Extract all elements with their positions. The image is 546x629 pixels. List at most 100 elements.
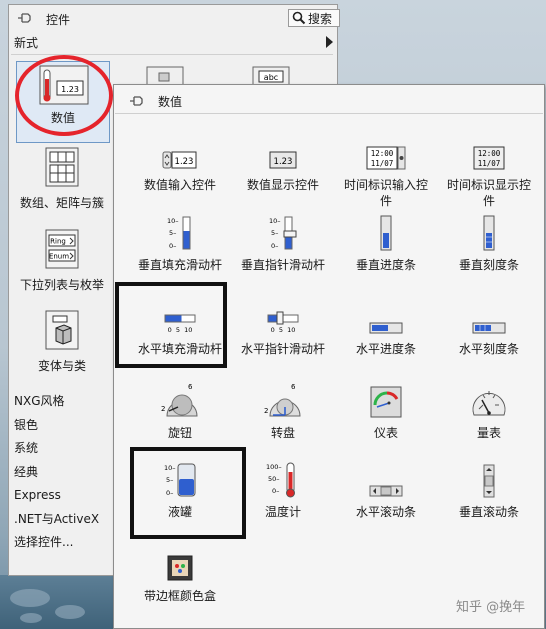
therm-bot-text: 0– (272, 487, 279, 495)
v-scale-bot-text: 0– (169, 242, 176, 250)
vertical-fill-slide-tile[interactable]: 10– 5– 0– 垂直填充滑动杆 (126, 213, 234, 273)
ring-enum-icon: Ring Enum (45, 229, 79, 269)
category-variant-class[interactable]: 变体与类 (15, 310, 109, 376)
therm-mid-text: 50– (268, 475, 280, 483)
highlight-box-tank (130, 447, 246, 539)
horizontal-scrollbar-tile[interactable]: 水平滚动条 (332, 460, 440, 520)
palette-title: 控件 (46, 13, 71, 27)
horizontal-progress-bar-label: 水平进度条 (355, 342, 416, 356)
timestamp-control-time-text: 12:00 (371, 149, 394, 158)
highlight-box-horizontal-fill-slide (115, 282, 227, 368)
pin-icon[interactable] (129, 94, 145, 108)
numeric-indicator-label: 数值显示控件 (246, 178, 319, 192)
search-button[interactable]: 搜索 (288, 9, 340, 27)
horizontal-pointer-slide-icon: 0 5 10 (267, 311, 299, 334)
array-cluster-icon (45, 147, 79, 187)
meter-icon (472, 391, 506, 416)
numeric-subpalette: 数值 1.23 数值输入控件 1.23 数值显示控件 12:00 11/07 时… (113, 84, 545, 629)
framed-color-box-icon (167, 555, 193, 581)
pin-icon[interactable] (17, 11, 33, 25)
vertical-pointer-slide-tile[interactable]: 10– 5– 0– 垂直指针滑动杆 (229, 213, 337, 273)
dial-tile[interactable]: 6 2 转盘 (229, 381, 337, 441)
palette-titlebar: 控件 搜索 (9, 5, 340, 31)
numeric-control-icon-text: 1.23 (175, 157, 194, 167)
dial-label: 转盘 (270, 426, 295, 440)
category-ring-enum[interactable]: Ring Enum 下拉列表与枚举 (15, 229, 109, 295)
vertical-graduated-bar-label: 垂直刻度条 (458, 258, 519, 272)
search-label: 搜索 (308, 11, 333, 26)
vertical-fill-slide-label: 垂直填充滑动杆 (137, 258, 222, 272)
boolean-category-icon (146, 66, 184, 85)
numeric-control-label: 数值输入控件 (143, 178, 216, 192)
meter-tile[interactable]: 量表 (435, 381, 543, 441)
timestamp-control-icon: 12:00 11/07 (366, 146, 406, 170)
subpalette-title: 数值 (158, 95, 183, 109)
category-ring-label: 下拉列表与枚举 (19, 278, 104, 292)
timestamp-control-tile[interactable]: 12:00 11/07 时间标识输入控件 (332, 133, 440, 209)
expand-arrow-icon (326, 36, 333, 48)
framed-color-box-label: 带边框颜色盒 (143, 589, 216, 603)
knob-top-text: 6 (188, 383, 193, 391)
vertical-scrollbar-tile[interactable]: 垂直滚动条 (435, 460, 543, 520)
v-scale-mid-text: 5– (271, 229, 278, 237)
category-array-label: 数组、矩阵与簇 (19, 196, 104, 210)
timestamp-indicator-date-text: 11/07 (478, 159, 501, 168)
numeric-indicator-icon: 1.23 (269, 151, 297, 169)
category-variant-label: 变体与类 (37, 359, 86, 373)
desktop-background (0, 575, 115, 629)
timestamp-indicator-time-text: 12:00 (478, 149, 501, 158)
divider (115, 113, 543, 114)
v-scale-mid-text: 5– (169, 229, 176, 237)
vertical-graduated-bar-tile[interactable]: 垂直刻度条 (435, 213, 543, 273)
timestamp-control-label: 时间标识输入控件 (343, 178, 428, 208)
new-style-row[interactable]: 新式 (9, 32, 337, 52)
knob-icon: 6 2 (161, 383, 198, 417)
v-scale-top-text: 10– (167, 217, 179, 225)
timestamp-indicator-icon: 12:00 11/07 (473, 146, 505, 170)
watermark: 知乎 @挽年 (456, 600, 526, 615)
v-scale-bot-text: 0– (271, 242, 278, 250)
enum-icon-text: Enum (49, 253, 69, 261)
vertical-scrollbar-icon (483, 464, 495, 498)
horizontal-graduated-bar-tile[interactable]: 水平刻度条 (435, 297, 543, 357)
knob-left-text: 2 (161, 405, 165, 413)
v-scale-top-text: 10– (269, 217, 281, 225)
numeric-indicator-icon-text: 1.23 (274, 157, 293, 167)
horizontal-graduated-bar-icon (472, 322, 506, 334)
h-scale-text: 0 5 10 (271, 326, 296, 334)
numeric-indicator-tile[interactable]: 1.23 数值显示控件 (229, 133, 337, 193)
therm-top-text: 100– (266, 463, 282, 471)
knob-label: 旋钮 (167, 426, 192, 440)
timestamp-indicator-tile[interactable]: 12:00 11/07 时间标识显示控件 (435, 133, 543, 209)
subpalette-titlebar: 数值 (114, 85, 544, 113)
framed-color-box-tile[interactable]: 带边框颜色盒 (126, 544, 234, 604)
horizontal-progress-bar-icon (369, 322, 403, 334)
vertical-scrollbar-label: 垂直滚动条 (458, 505, 519, 519)
string-icon-text: abc (264, 73, 278, 82)
horizontal-scrollbar-icon (369, 485, 403, 497)
vertical-fill-slide-icon: 10– 5– 0– (167, 216, 191, 250)
horizontal-graduated-bar-label: 水平刻度条 (458, 342, 519, 356)
meter-label: 量表 (476, 426, 501, 440)
vertical-graduated-bar-icon (483, 215, 495, 251)
thermometer-icon: 100– 50– 0– (266, 462, 295, 498)
gauge-label: 仪表 (373, 426, 398, 440)
vertical-progress-bar-label: 垂直进度条 (355, 258, 416, 272)
gauge-tile[interactable]: 仪表 (332, 381, 440, 441)
variant-class-icon (45, 310, 79, 350)
search-icon (292, 11, 306, 25)
highlight-circle (15, 55, 113, 136)
dial-left-text: 2 (264, 407, 268, 415)
knob-tile[interactable]: 6 2 旋钮 (126, 381, 234, 441)
horizontal-pointer-slide-tile[interactable]: 0 5 10 水平指针滑动杆 (229, 297, 337, 357)
vertical-progress-bar-icon (380, 215, 392, 251)
category-array-matrix-cluster[interactable]: 数组、矩阵与簇 (15, 147, 109, 213)
timestamp-control-date-text: 11/07 (371, 159, 394, 168)
dial-icon: 6 2 (264, 383, 301, 417)
timestamp-indicator-label: 时间标识显示控件 (446, 178, 531, 208)
vertical-progress-bar-tile[interactable]: 垂直进度条 (332, 213, 440, 273)
string-category-icon: abc (252, 66, 290, 85)
numeric-control-tile[interactable]: 1.23 数值输入控件 (126, 133, 234, 193)
horizontal-progress-bar-tile[interactable]: 水平进度条 (332, 297, 440, 357)
dial-top-text: 6 (291, 383, 296, 391)
